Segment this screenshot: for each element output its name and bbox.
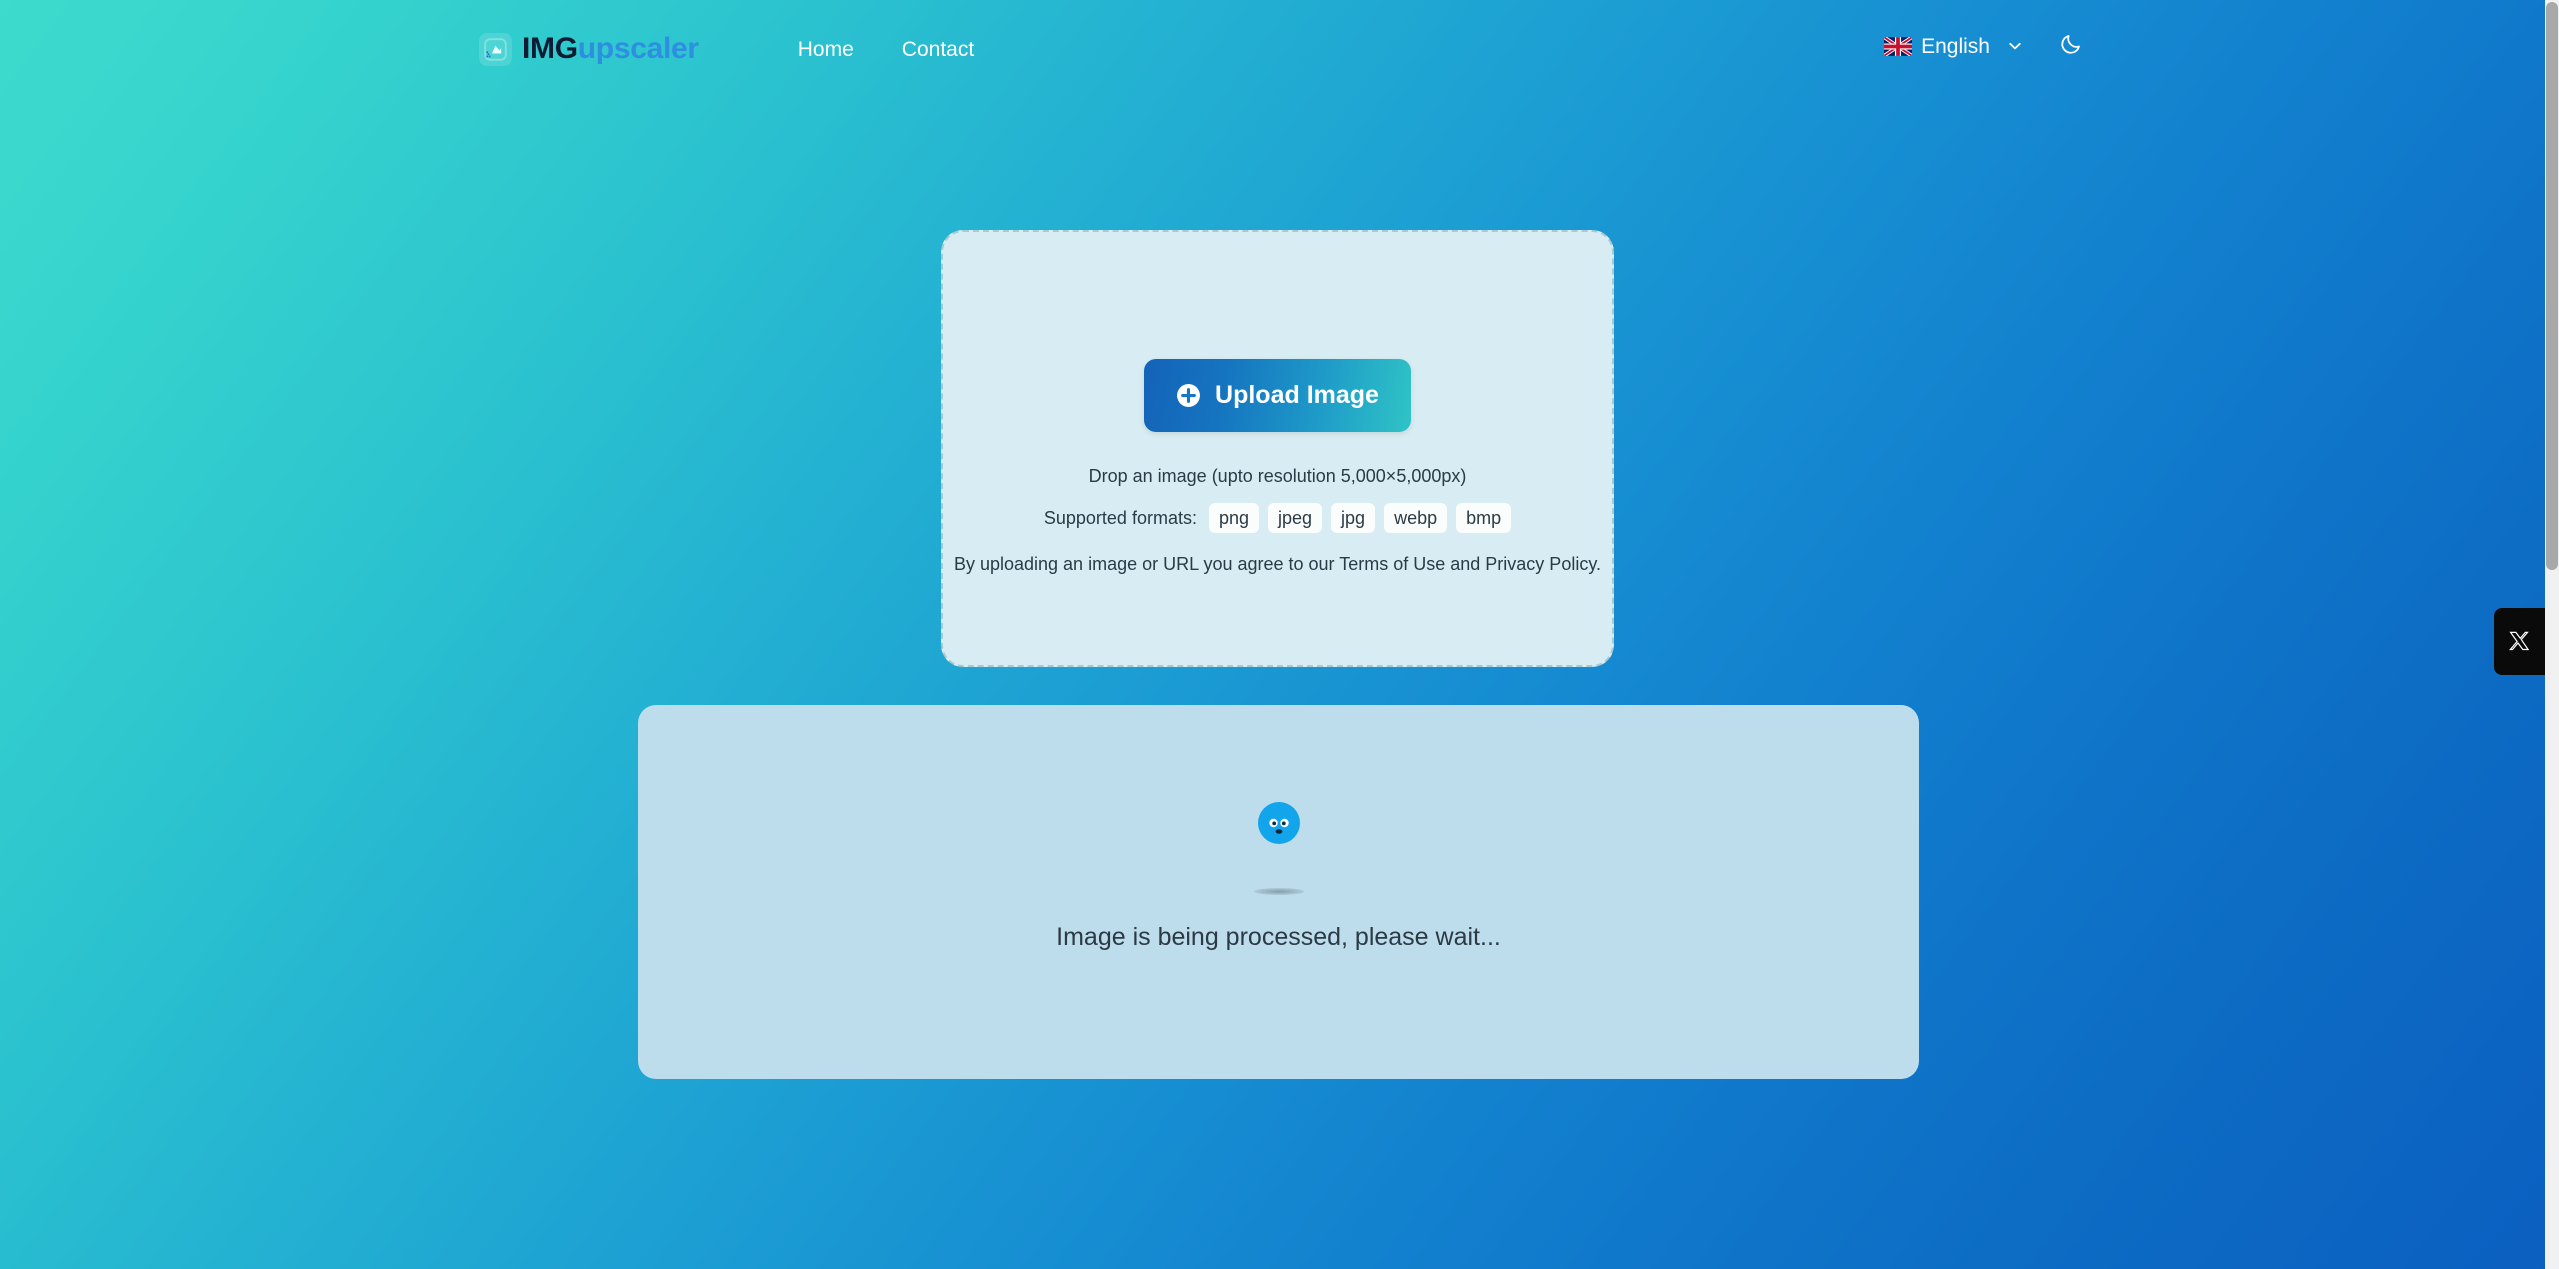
language-selector[interactable]: English xyxy=(1884,36,2023,57)
result-processing-card: Image is being processed, please wait... xyxy=(638,705,1919,1079)
page-scrollbar-track[interactable] xyxy=(2545,0,2559,1269)
page-scrollbar-thumb[interactable] xyxy=(2546,2,2558,570)
supported-formats-label: Supported formats: xyxy=(1043,508,1197,528)
format-chip-jpg[interactable]: jpg xyxy=(1331,503,1376,533)
bouncing-ball-loader-icon xyxy=(1219,793,1339,903)
image-upscale-logo-icon xyxy=(479,32,512,66)
privacy-policy-link[interactable]: Privacy Policy xyxy=(1485,554,1596,574)
x-twitter-icon xyxy=(2508,630,2532,654)
format-chip-webp[interactable]: webp xyxy=(1384,503,1448,533)
moon-icon xyxy=(2059,32,2083,61)
processing-status-text: Image is being processed, please wait... xyxy=(1056,922,1501,951)
upload-dropzone-card[interactable]: Upload Image Drop an image (upto resolut… xyxy=(941,230,1614,667)
terms-suffix: . xyxy=(1596,554,1602,574)
site-header: IMGupscaler Home Contact English xyxy=(0,0,2545,98)
logo-text-secondary: upscaler xyxy=(577,32,699,65)
language-label: English xyxy=(1921,34,1990,58)
terms-prefix: By uploading an image or URL you agree t… xyxy=(953,554,1340,574)
format-chip-bmp[interactable]: bmp xyxy=(1456,503,1512,533)
terms-middle: and xyxy=(1445,554,1486,574)
logo-text-primary: IMG xyxy=(522,32,578,65)
nav-link-contact[interactable]: Contact xyxy=(902,39,974,60)
theme-toggle-button[interactable] xyxy=(2053,28,2089,64)
uk-flag-icon xyxy=(1884,36,1913,56)
format-chip-png[interactable]: png xyxy=(1208,503,1260,533)
x-social-tab[interactable] xyxy=(2494,608,2545,675)
drop-hint-text: Drop an image (upto resolution 5,000×5,0… xyxy=(1088,466,1467,486)
loader-shadow xyxy=(1253,887,1304,895)
supported-formats-row: Supported formats: png jpeg jpg webp bmp xyxy=(1043,503,1512,533)
plus-circle-icon xyxy=(1176,383,1201,408)
format-chip-jpeg[interactable]: jpeg xyxy=(1268,503,1323,533)
terms-of-use-link[interactable]: Terms of Use xyxy=(1339,554,1445,574)
upload-image-button[interactable]: Upload Image xyxy=(1144,359,1411,432)
upload-image-button-label: Upload Image xyxy=(1215,381,1379,409)
header-right-controls: English xyxy=(1884,28,2089,64)
nav-link-home[interactable]: Home xyxy=(798,39,854,60)
terms-agreement-text: By uploading an image or URL you agree t… xyxy=(954,555,1601,573)
chevron-down-icon xyxy=(1999,38,2023,54)
logo-text: IMGupscaler xyxy=(522,34,699,64)
main-nav: Home Contact xyxy=(798,39,974,60)
logo[interactable]: IMGupscaler xyxy=(479,32,699,66)
